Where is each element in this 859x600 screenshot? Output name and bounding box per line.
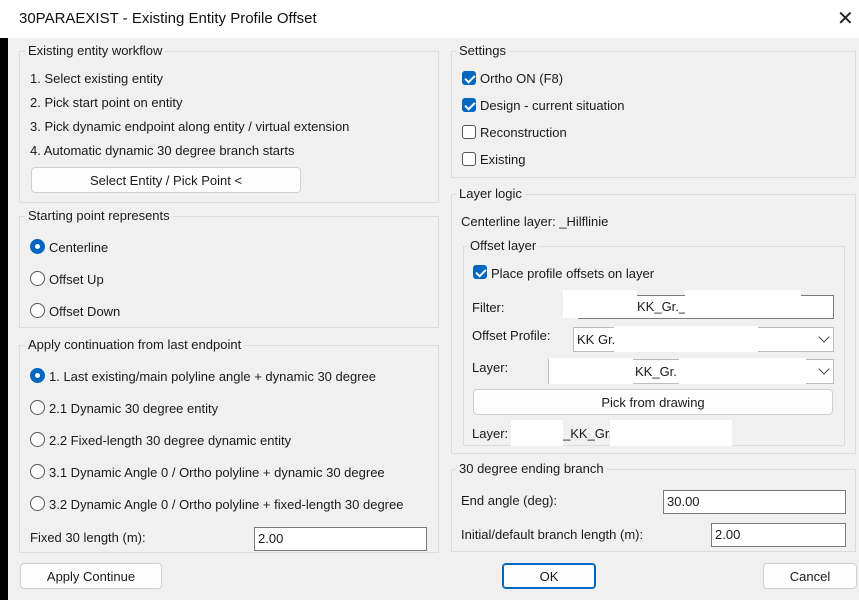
redaction-block <box>614 326 758 352</box>
branch-length-label: Initial/default branch length (m): <box>461 527 644 542</box>
chevron-down-icon <box>818 363 830 375</box>
radio-continuation-2-1[interactable] <box>30 400 45 415</box>
redaction-block <box>685 290 801 318</box>
redaction-block <box>511 420 563 446</box>
window-left-edge <box>0 38 8 600</box>
redaction-block <box>563 290 637 318</box>
checkbox-design-current[interactable] <box>462 98 476 112</box>
offset-layer-legend: Offset layer <box>467 238 540 253</box>
layer-logic-legend: Layer logic <box>456 186 525 201</box>
offset-profile-value: KK Gr. <box>577 332 616 347</box>
checkbox-label: Ortho ON (F8) <box>480 71 564 86</box>
radio-label: Centerline <box>49 240 109 255</box>
radio-continuation-3-2[interactable] <box>30 496 45 511</box>
close-icon: ✕ <box>837 8 854 30</box>
redaction-block <box>610 420 732 446</box>
fixed-length-input[interactable]: 2.00 <box>254 527 427 551</box>
radio-label: 2.1 Dynamic 30 degree entity <box>49 401 219 416</box>
end-angle-label: End angle (deg): <box>461 493 558 508</box>
centerline-layer-label: Centerline layer: _Hilflinie <box>461 214 609 229</box>
filter-value: KK_Gr._ <box>637 299 687 314</box>
redaction-block <box>679 358 806 384</box>
workflow-legend: Existing entity workflow <box>25 43 166 58</box>
result-layer-value: _KK_Gr. <box>563 426 613 441</box>
radio-centerline[interactable] <box>30 239 45 254</box>
checkbox-label: Place profile offsets on layer <box>491 266 655 281</box>
cancel-button[interactable]: Cancel <box>763 563 857 589</box>
checkbox-ortho[interactable] <box>462 71 476 85</box>
radio-continuation-3-1[interactable] <box>30 464 45 479</box>
radio-label: 2.2 Fixed-length 30 degree dynamic entit… <box>49 433 292 448</box>
chevron-down-icon <box>818 331 830 343</box>
radio-continuation-1[interactable] <box>30 368 45 383</box>
close-button[interactable]: ✕ <box>826 5 859 33</box>
radio-continuation-2-2[interactable] <box>30 432 45 447</box>
radio-label: 3.1 Dynamic Angle 0 / Ortho polyline + d… <box>49 465 385 480</box>
workflow-step: 3. Pick dynamic endpoint along entity / … <box>30 119 350 134</box>
apply-continue-button[interactable]: Apply Continue <box>20 563 162 589</box>
checkbox-reconstruction[interactable] <box>462 125 476 139</box>
checkbox-existing[interactable] <box>462 152 476 166</box>
workflow-step: 2. Pick start point on entity <box>30 95 183 110</box>
starting-point-legend: Starting point represents <box>25 208 173 223</box>
filter-label: Filter: <box>472 300 505 315</box>
radio-label: 1. Last existing/main polyline angle + d… <box>49 369 377 384</box>
settings-legend: Settings <box>456 43 509 58</box>
checkbox-label: Existing <box>480 152 526 167</box>
pick-from-drawing-button[interactable]: Pick from drawing <box>473 389 833 415</box>
result-layer-label: Layer: <box>472 426 509 441</box>
checkbox-place-offsets[interactable] <box>473 265 487 279</box>
branch-length-input[interactable]: 2.00 <box>711 523 846 547</box>
radio-offset-up[interactable] <box>30 271 45 286</box>
select-entity-button[interactable]: Select Entity / Pick Point < <box>31 167 301 193</box>
workflow-step: 4. Automatic dynamic 30 degree branch st… <box>30 143 295 158</box>
workflow-step: 1. Select existing entity <box>30 71 163 86</box>
radio-offset-down[interactable] <box>30 303 45 318</box>
fixed-length-label: Fixed 30 length (m): <box>30 530 146 545</box>
window-title: 30PARAEXIST - Existing Entity Profile Of… <box>19 10 317 27</box>
radio-label: Offset Up <box>49 272 104 287</box>
ending-branch-legend: 30 degree ending branch <box>456 461 607 476</box>
checkbox-label: Design - current situation <box>480 98 625 113</box>
end-angle-input[interactable]: 30.00 <box>663 490 846 514</box>
radio-label: 3.2 Dynamic Angle 0 / Ortho polyline + f… <box>49 497 404 512</box>
layer-value: KK_Gr. <box>635 364 677 379</box>
offset-profile-label: Offset Profile: <box>472 328 551 343</box>
redaction-block <box>549 358 633 384</box>
ok-button[interactable]: OK <box>502 563 596 589</box>
layer-label: Layer: <box>472 360 509 375</box>
continuation-legend: Apply continuation from last endpoint <box>25 337 245 352</box>
title-bar: 30PARAEXIST - Existing Entity Profile Of… <box>0 0 859 38</box>
checkbox-label: Reconstruction <box>480 125 567 140</box>
radio-label: Offset Down <box>49 304 121 319</box>
